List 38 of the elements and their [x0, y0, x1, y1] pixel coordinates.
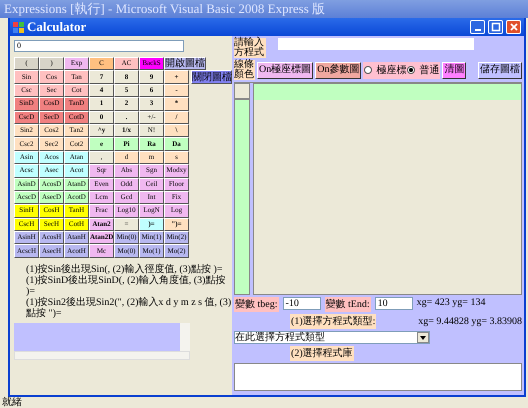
field-label: 線條顏色: [234, 60, 255, 80]
radio-option[interactable]: 普通: [407, 62, 440, 78]
field-label: 請輸入方程式: [234, 38, 266, 58]
status-text: 就緒: [1, 397, 23, 408]
plot-button[interactable]: On參數圖: [315, 62, 362, 78]
radio-option[interactable]: 極座標: [364, 62, 406, 78]
plot-button[interactable]: On極座標圖: [257, 62, 314, 78]
save-button[interactable]: 儲存圖檔: [478, 62, 522, 78]
dropdown-value: 在此選擇方程式類型: [235, 332, 325, 343]
scrollbar[interactable]: [180, 322, 190, 351]
type-dropdown[interactable]: 在此選擇方程式類型: [234, 331, 430, 344]
coordinate-text: xg= 423 yg= 134: [416, 297, 486, 308]
dropdown-button[interactable]: [417, 332, 429, 343]
clear-button[interactable]: 清圖: [442, 62, 466, 78]
field-label: 變數 tbeg:: [234, 297, 278, 312]
field-label: (2)選擇程式庫: [290, 346, 354, 361]
tbeg-field[interactable]: -10: [282, 297, 320, 310]
window-title: Calculator: [27, 18, 88, 36]
keypad-button[interactable]: 開啟圖檔: [164, 57, 206, 70]
app-icon: [13, 22, 24, 32]
close-button[interactable]: [506, 20, 521, 34]
help-text: (1)按SinD後出現SinD(, (2)輸入角度值, (3)點按 )=: [26, 274, 226, 297]
help-text: (1)按Sin2後出現Sin2(", (2)輸入x d y m z s 值, (3)點按 ")=: [26, 296, 232, 319]
maximize-button[interactable]: [488, 20, 503, 34]
minimize-icon: [472, 29, 482, 31]
library-box[interactable]: [234, 363, 522, 391]
coordinate-text: xg= 9.44828 yg= 3.83908: [418, 315, 522, 329]
help-text: (1)按Sin後出現Sin(, (2)輸入徑度值, (3)點按 )=: [26, 264, 222, 275]
window-title: Expressions [執行] - Microsoft Visual Basic 2008 Express 版: [0, 0, 528, 18]
display-field[interactable]: 0: [14, 40, 184, 52]
minimize-button[interactable]: [470, 20, 485, 34]
maximize-icon: [490, 22, 500, 32]
tend-field[interactable]: 10: [374, 297, 413, 310]
equation-field[interactable]: [278, 38, 474, 50]
close-icon: [508, 22, 518, 32]
caret-icon: [420, 336, 426, 340]
field-label: (1)選擇方程式類型:: [290, 314, 376, 329]
field-label: 變數 tEnd:: [324, 297, 371, 312]
